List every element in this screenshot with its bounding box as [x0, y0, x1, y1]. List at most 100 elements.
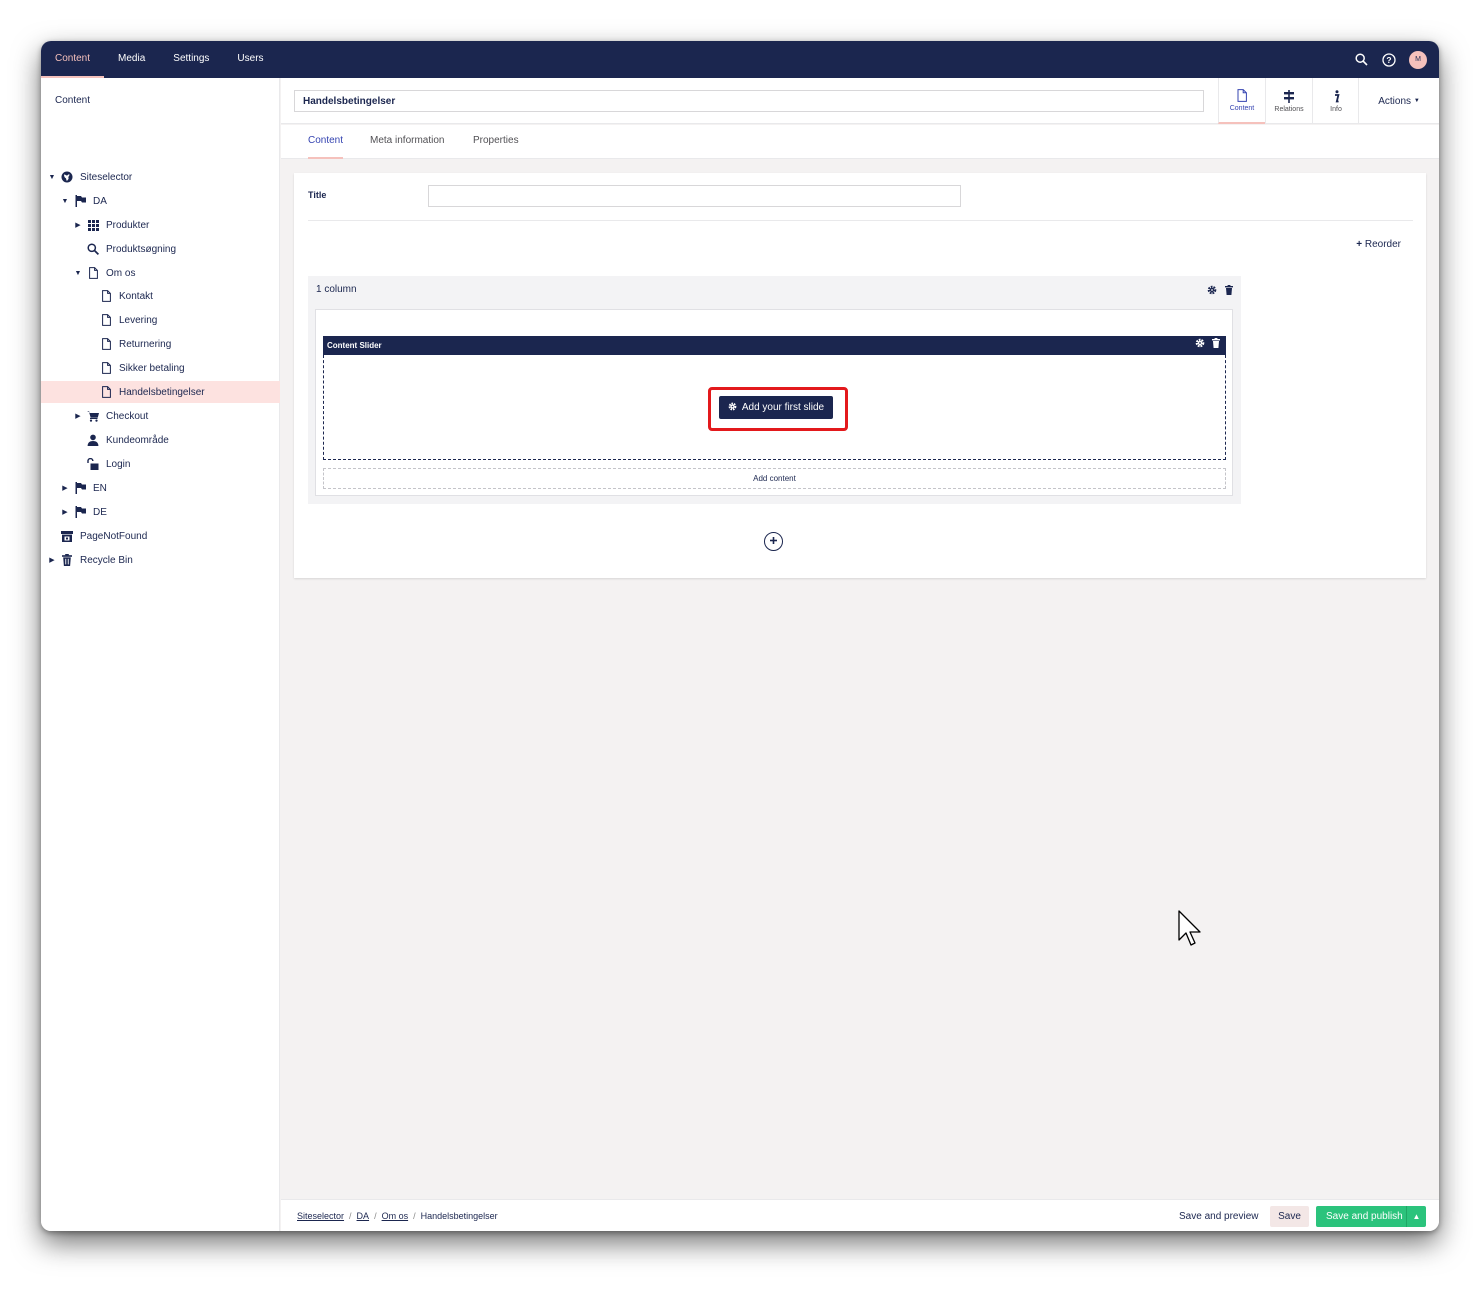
- tree-item-label: Om os: [106, 267, 136, 279]
- caret-down-icon[interactable]: ▼: [61, 198, 69, 205]
- title-input[interactable]: [428, 185, 961, 207]
- section-nav: Content Media Settings Users: [41, 41, 278, 78]
- add-content-button[interactable]: Add content: [323, 468, 1226, 489]
- cart-icon: [86, 409, 100, 423]
- tree-item[interactable]: ▼ DA: [41, 190, 280, 212]
- row-tools: [1207, 285, 1233, 298]
- help-icon[interactable]: ?: [1381, 52, 1397, 68]
- tree-item[interactable]: Login: [41, 453, 280, 475]
- app-relations-label: Relations: [1274, 106, 1304, 113]
- section-content[interactable]: Content: [41, 41, 105, 78]
- tree-item[interactable]: Kontakt: [41, 285, 280, 307]
- tree-item-label: DE: [93, 506, 107, 518]
- editor-tabs: Content Meta information Properties: [281, 125, 1439, 159]
- tree-item[interactable]: Levering: [41, 309, 280, 331]
- page-icon: [86, 266, 100, 280]
- breadcrumb-separator: /: [374, 1211, 377, 1221]
- gear-icon[interactable]: [1195, 336, 1205, 355]
- tree-item[interactable]: Sikker betaling: [41, 357, 280, 379]
- plus-icon: +: [1356, 239, 1363, 250]
- title-label: Title: [308, 190, 327, 200]
- node-name-input[interactable]: [294, 90, 1204, 112]
- plus-icon: [770, 536, 777, 547]
- caret-down-icon[interactable]: ▼: [74, 270, 82, 277]
- caret-right-icon[interactable]: ▶: [61, 484, 69, 492]
- avatar[interactable]: M: [1409, 50, 1427, 69]
- tree-item-label: Kundeområde: [106, 434, 169, 446]
- trash-icon[interactable]: [1225, 285, 1233, 298]
- top-tools: ? M: [1353, 41, 1427, 78]
- editor-apps: Content Relations Info: [1218, 78, 1359, 124]
- page-icon: [1237, 88, 1247, 102]
- caret-down-icon[interactable]: ▼: [48, 174, 56, 181]
- tree-item[interactable]: Returnering: [41, 333, 280, 355]
- caret-right-icon[interactable]: ▶: [74, 412, 82, 420]
- breadcrumb-current: Handelsbetingelser: [420, 1211, 498, 1221]
- tab-properties[interactable]: Properties: [473, 125, 519, 159]
- reorder-label: Reorder: [1364, 239, 1401, 250]
- page-icon: [99, 289, 113, 303]
- section-users[interactable]: Users: [223, 41, 277, 78]
- app-relations[interactable]: Relations: [1265, 78, 1312, 124]
- caret-right-icon[interactable]: ▶: [74, 221, 82, 229]
- reorder-button[interactable]: + Reorder: [1356, 239, 1401, 250]
- save-and-publish-button[interactable]: Save and publish ▲: [1316, 1206, 1426, 1227]
- user-icon: [86, 433, 100, 447]
- tree-item[interactable]: ▼ Siteselector: [41, 166, 280, 188]
- caret-right-icon[interactable]: ▶: [48, 556, 56, 564]
- breadcrumb-separator: /: [349, 1211, 352, 1221]
- tree-item-label: Handelsbetingelser: [119, 386, 205, 398]
- save-and-preview-button[interactable]: Save and preview: [1171, 1206, 1267, 1227]
- tree-item-label: Kontakt: [119, 290, 153, 302]
- search-icon[interactable]: [1353, 52, 1369, 68]
- tree-item-label: Returnering: [119, 338, 172, 350]
- tree-item[interactable]: ▶ EN: [41, 477, 280, 499]
- tree-item-label: EN: [93, 482, 107, 494]
- tree-item[interactable]: ▶ Recycle Bin: [41, 549, 280, 571]
- page-icon: [99, 385, 113, 399]
- add-first-slide-button[interactable]: Add your first slide: [719, 396, 833, 419]
- page-icon: [99, 337, 113, 351]
- page-icon: [99, 313, 113, 327]
- breadcrumb-item[interactable]: Om os: [382, 1211, 409, 1221]
- tab-content[interactable]: Content: [308, 125, 344, 159]
- tree-item-label: Levering: [119, 314, 158, 326]
- svg-text:?: ?: [1386, 55, 1391, 65]
- save-button[interactable]: Save: [1270, 1206, 1309, 1227]
- grid-row: 1 column Content Slider Add your first s…: [308, 276, 1241, 504]
- actions-menu[interactable]: Actions ▼: [1358, 78, 1439, 124]
- breadcrumb-item[interactable]: DA: [357, 1211, 370, 1221]
- editor-header: Content Relations Info Actions ▼: [281, 78, 1439, 124]
- tree-item-label: Produkter: [106, 219, 150, 231]
- tree-item-label: Recycle Bin: [80, 554, 133, 566]
- tree-item[interactable]: ▶ Checkout: [41, 405, 280, 427]
- tab-meta-information[interactable]: Meta information: [370, 125, 444, 159]
- tree-item-label: DA: [93, 195, 107, 207]
- tree-item-label: Produktsøgning: [106, 243, 177, 255]
- tree-item[interactable]: Kundeområde: [41, 429, 280, 451]
- breadcrumb-item[interactable]: Siteselector: [297, 1211, 344, 1221]
- tree-item[interactable]: ▶ DE: [41, 501, 280, 523]
- control-header: Content Slider: [323, 336, 1226, 355]
- gear-icon[interactable]: [1207, 285, 1217, 298]
- flag-icon: [73, 194, 87, 208]
- caret-right-icon[interactable]: ▶: [61, 508, 69, 516]
- section-settings[interactable]: Settings: [159, 41, 223, 78]
- sidebar-title: Content: [55, 95, 91, 106]
- trash-icon[interactable]: [1212, 336, 1220, 355]
- flag-icon: [73, 481, 87, 495]
- app-info[interactable]: Info: [1312, 78, 1359, 124]
- breadcrumb-separator: /: [413, 1211, 416, 1221]
- content-slider-control: Content Slider Add your first slide: [323, 336, 1226, 460]
- tree-item[interactable]: PageNotFound: [41, 525, 280, 547]
- tree-item[interactable]: ▶ Produkter: [41, 214, 280, 236]
- tree-item[interactable]: ▼ Om os: [41, 262, 280, 284]
- tree-item[interactable]: Produktsøgning: [41, 238, 280, 260]
- add-row-button[interactable]: [764, 532, 783, 551]
- app-content[interactable]: Content: [1218, 78, 1265, 124]
- publish-label: Save and publish: [1326, 1211, 1403, 1222]
- tree-item[interactable]: Handelsbetingelser: [41, 381, 280, 403]
- control-body: Add your first slide: [323, 355, 1226, 460]
- caret-up-icon[interactable]: ▲: [1406, 1206, 1426, 1227]
- section-media[interactable]: Media: [104, 41, 159, 78]
